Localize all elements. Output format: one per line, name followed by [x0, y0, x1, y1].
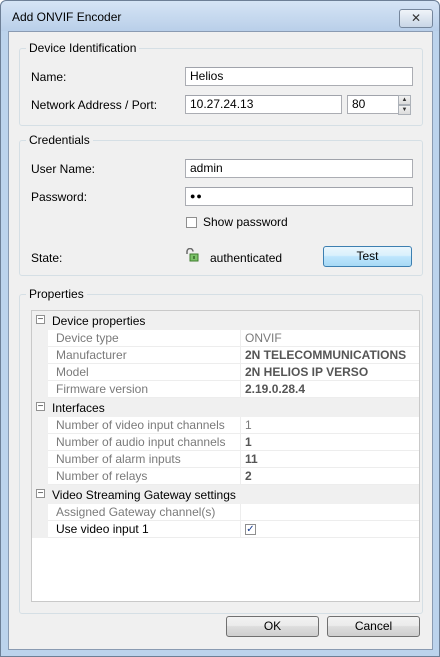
name-label: Name:	[31, 70, 67, 84]
ok-button[interactable]: OK	[226, 616, 319, 637]
category-label: Interfaces	[52, 401, 105, 415]
close-icon: ✕	[410, 11, 422, 25]
property-value: 2	[241, 468, 419, 485]
window-title: Add ONVIF Encoder	[12, 10, 122, 24]
property-name: Use video input 1	[48, 521, 241, 538]
category-label: Device properties	[52, 314, 146, 328]
property-row[interactable]: Firmware version 2.19.0.28.4	[32, 381, 419, 398]
category-device-properties[interactable]: − Device properties	[32, 311, 419, 330]
port-spinner[interactable]: ▲ ▼	[398, 95, 411, 115]
title-bar[interactable]: Add ONVIF Encoder ✕	[1, 1, 439, 31]
name-field[interactable]: Helios	[185, 67, 413, 86]
collapse-icon[interactable]: −	[36, 489, 45, 499]
property-row[interactable]: Number of relays 2	[32, 468, 419, 485]
collapse-icon[interactable]: −	[36, 402, 45, 412]
show-password-checkbox[interactable]	[186, 217, 197, 228]
username-field[interactable]: admin	[185, 159, 413, 178]
property-row[interactable]: Manufacturer 2N TELECOMMUNICATIONS	[32, 347, 419, 364]
property-name: Model	[48, 364, 241, 381]
property-row[interactable]: Number of alarm inputs 11	[32, 451, 419, 468]
dialog-window: Add ONVIF Encoder ✕ Device Identificatio…	[0, 0, 440, 657]
property-name: Number of video input channels	[48, 417, 241, 434]
collapse-icon[interactable]: −	[36, 315, 45, 325]
property-name: Manufacturer	[48, 347, 241, 364]
property-row[interactable]: Number of video input channels 1	[32, 417, 419, 434]
cancel-button[interactable]: Cancel	[327, 616, 420, 637]
network-address-label: Network Address / Port:	[31, 98, 158, 112]
category-interfaces[interactable]: − Interfaces	[32, 398, 419, 417]
spin-down-icon[interactable]: ▼	[398, 105, 411, 115]
state-label: State:	[31, 251, 63, 265]
property-name: Number of relays	[48, 468, 241, 485]
property-value: 2N HELIOS IP VERSO	[241, 364, 419, 381]
properties-label: Properties	[26, 287, 87, 301]
network-address-field[interactable]: 10.27.24.13	[185, 95, 342, 114]
property-name: Number of audio input channels	[48, 434, 241, 451]
password-label: Password:	[31, 190, 88, 204]
property-value-cell[interactable]: ✓	[241, 521, 419, 538]
use-video-input-checkbox[interactable]: ✓	[245, 524, 256, 535]
close-button[interactable]: ✕	[399, 9, 433, 28]
device-identification-label: Device Identification	[26, 41, 140, 55]
device-identification-group: Device Identification	[19, 41, 423, 126]
property-name: Number of alarm inputs	[48, 451, 241, 468]
property-name: Assigned Gateway channel(s)	[48, 504, 241, 521]
property-name: Firmware version	[48, 381, 241, 398]
property-row[interactable]: Use video input 1 ✓	[32, 521, 419, 538]
credentials-label: Credentials	[26, 133, 93, 147]
property-value: 1	[241, 434, 419, 451]
property-grid[interactable]: − Device properties Device type ONVIF Ma…	[31, 310, 420, 602]
property-name: Device type	[48, 330, 241, 347]
property-value: 2.19.0.28.4	[241, 381, 419, 398]
property-value: 2N TELECOMMUNICATIONS	[241, 347, 419, 364]
property-value[interactable]	[241, 504, 419, 521]
state-value: authenticated	[210, 251, 283, 265]
test-button[interactable]: Test	[323, 246, 412, 267]
property-value: 11	[241, 451, 419, 468]
category-video-streaming-gateway[interactable]: − Video Streaming Gateway settings	[32, 485, 419, 504]
password-field[interactable]: ●●	[185, 187, 413, 206]
property-row[interactable]: Number of audio input channels 1	[32, 434, 419, 451]
property-value: 1	[241, 417, 419, 434]
property-value: ONVIF	[241, 330, 419, 347]
port-field[interactable]: 80	[347, 95, 399, 114]
username-label: User Name:	[31, 162, 96, 176]
dialog-client-area: Device Identification Name: Helios Netwo…	[8, 31, 433, 650]
show-password-label: Show password	[203, 215, 288, 229]
spin-up-icon[interactable]: ▲	[398, 95, 411, 105]
property-row[interactable]: Model 2N HELIOS IP VERSO	[32, 364, 419, 381]
unlocked-padlock-icon	[186, 248, 199, 262]
category-label: Video Streaming Gateway settings	[52, 488, 236, 502]
property-row[interactable]: Device type ONVIF	[32, 330, 419, 347]
property-row[interactable]: Assigned Gateway channel(s)	[32, 504, 419, 521]
